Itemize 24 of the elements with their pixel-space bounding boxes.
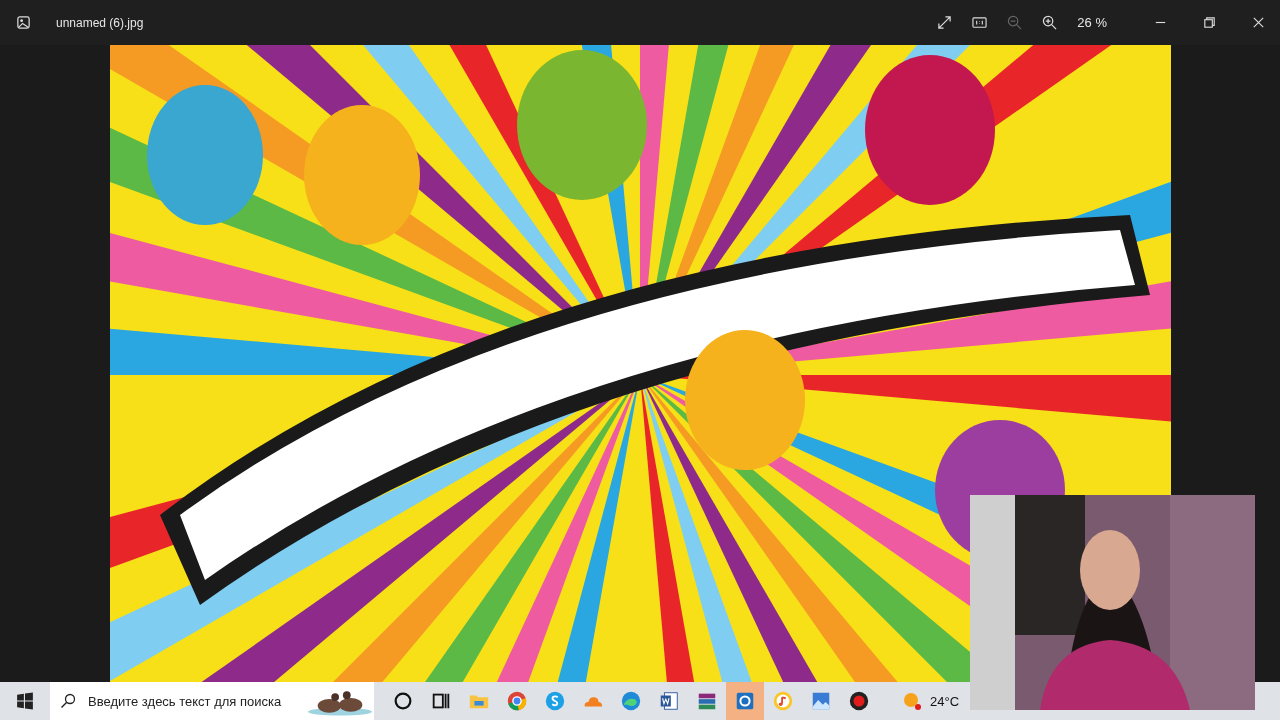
record-icon: [848, 690, 870, 712]
close-icon[interactable]: [1251, 15, 1266, 30]
temperature[interactable]: 24°C: [930, 693, 960, 709]
image-icon: [810, 690, 832, 712]
actual-size-icon[interactable]: [972, 15, 988, 30]
zoom-level: 26 %: [1077, 15, 1107, 30]
search-field[interactable]: Введите здесь текст для поиска: [86, 692, 295, 710]
image-icon[interactable]: [16, 15, 31, 30]
document-icon: [658, 690, 680, 712]
browser-icon: [506, 690, 528, 712]
search-icon: [60, 693, 76, 709]
restore-icon[interactable]: [1202, 15, 1217, 30]
browser-icon: [620, 690, 642, 712]
circle-icon: [392, 690, 414, 712]
chat-icon: [544, 690, 566, 712]
media-icon: [734, 690, 756, 712]
zoom-out-icon[interactable]: [1007, 15, 1023, 30]
start-icon[interactable]: [16, 692, 34, 710]
weather-icon[interactable]: [902, 691, 922, 711]
window-title: unnamed (6).jpg: [56, 15, 144, 30]
music-icon: [772, 690, 794, 712]
zoom-in-icon[interactable]: [1042, 15, 1058, 30]
search-box[interactable]: Введите здесь текст для поиска: [50, 682, 374, 720]
fullscreen-icon[interactable]: [937, 15, 953, 30]
